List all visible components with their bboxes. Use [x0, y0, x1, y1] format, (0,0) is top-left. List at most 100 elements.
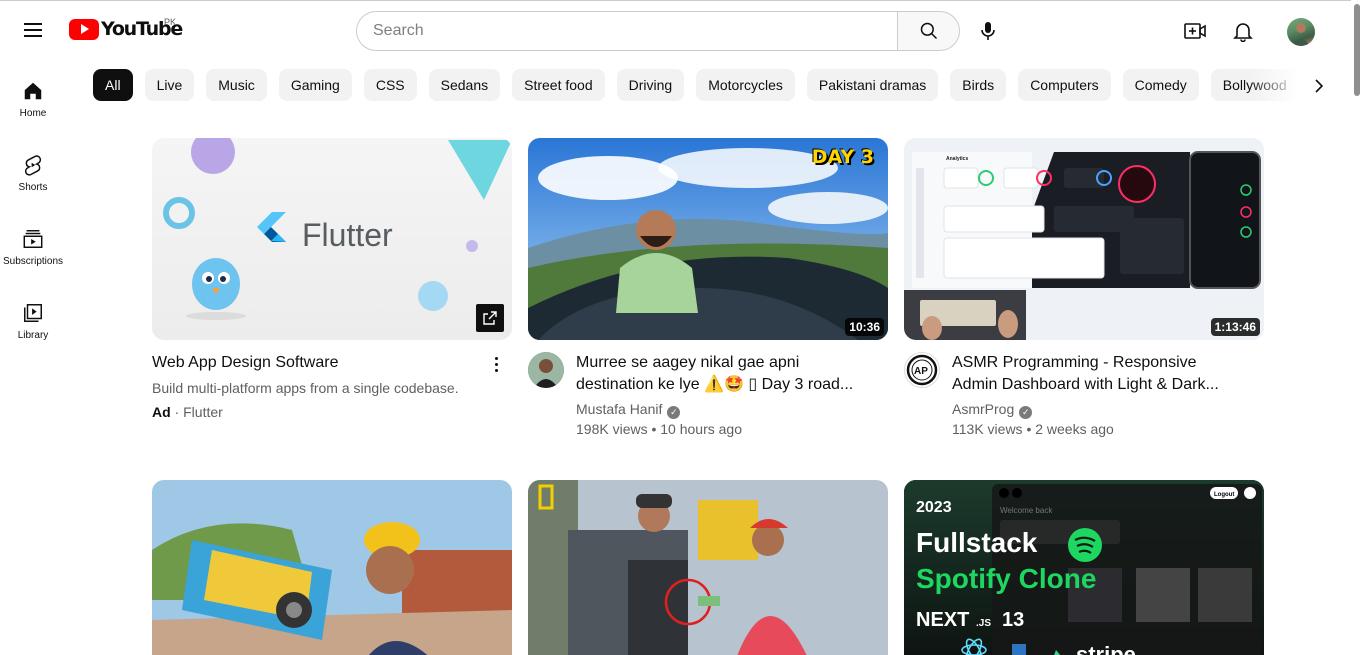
notifications-button[interactable] — [1224, 12, 1262, 50]
masthead: YouTube PK — [0, 0, 1363, 58]
sidebar-item-home[interactable]: Home — [0, 64, 66, 138]
channel-avatar-image — [528, 352, 564, 388]
verified-icon: ✓ — [667, 406, 681, 419]
ad-advertiser[interactable]: Flutter — [183, 404, 223, 420]
kebab-dot — [494, 368, 498, 372]
mini-guide: Home Shorts Subscriptions Library — [0, 64, 66, 360]
video-card[interactable] — [152, 480, 512, 655]
chip-gaming[interactable]: Gaming — [278, 69, 352, 101]
atm-thumbnail-art — [528, 480, 888, 655]
flutter-ad-art: Flutter — [163, 138, 512, 320]
video-stats: 198K views • 10 hours ago — [576, 421, 743, 437]
ad-thumbnail[interactable]: Flutter — [152, 138, 512, 340]
truck-thumbnail-art — [152, 480, 512, 655]
video-duration: 1:13:46 — [1210, 318, 1260, 336]
filter-chip-bar: All Live Music Gaming CSS Sedans Street … — [93, 69, 1303, 101]
chips-next-button[interactable] — [1302, 69, 1336, 103]
video-thumbnail[interactable]: DAY 3 10:36 — [528, 138, 888, 340]
sidebar-item-label: Subscriptions — [2, 256, 64, 267]
verified-icon: ✓ — [1019, 406, 1033, 419]
ad-badge: Ad — [152, 404, 171, 420]
video-card[interactable]: DAY 3 10:36 Murree se aagey nikal gae ap… — [528, 138, 888, 439]
library-icon — [24, 304, 42, 322]
flutter-wordmark: Flutter — [302, 217, 393, 253]
nextjs-suffix: .JS — [976, 618, 991, 629]
chip-css[interactable]: CSS — [363, 69, 417, 101]
video-card[interactable]: Analytics 1:13:46 AP ASMR Programming - … — [904, 138, 1264, 439]
video-thumbnail[interactable] — [152, 480, 512, 655]
spotify-title-line2: Spotify Clone — [916, 563, 1096, 594]
video-card[interactable] — [528, 480, 888, 655]
chip-driving[interactable]: Driving — [616, 69, 685, 101]
more-actions-button[interactable] — [484, 352, 508, 376]
channel-avatar[interactable] — [528, 352, 564, 388]
video-title[interactable]: ASMR Programming - Responsive Admin Dash… — [952, 352, 1234, 396]
menu-icon-bar — [24, 29, 42, 31]
search-input[interactable] — [356, 11, 897, 51]
chip-comedy[interactable]: Comedy — [1122, 69, 1199, 101]
channel-name[interactable]: AsmrProg — [952, 401, 1014, 417]
shorts-icon — [24, 155, 42, 176]
spotify-title-line1: Fullstack — [916, 527, 1038, 558]
create-button[interactable] — [1176, 12, 1214, 50]
logout-text: Logout — [1214, 492, 1234, 498]
country-code: PK — [164, 17, 177, 27]
spotify-year: 2023 — [916, 499, 952, 516]
ad-meta: Web App Design Software Build multi-plat… — [152, 352, 512, 420]
avatar-image — [1292, 23, 1310, 46]
channel-name[interactable]: Mustafa Hanif — [576, 401, 662, 417]
sidebar-item-label: Library — [17, 330, 49, 341]
subscriptions-icon — [23, 230, 43, 248]
bell-icon — [1233, 23, 1253, 42]
ad-description: Build multi-platform apps from a single … — [152, 380, 459, 396]
video-thumbnail[interactable]: Analytics 1:13:46 — [904, 138, 1264, 340]
flutter-logo-icon — [257, 212, 286, 242]
search-button[interactable] — [897, 11, 960, 51]
voice-search-button[interactable] — [969, 12, 1007, 50]
chip-pakistani-dramas[interactable]: Pakistani dramas — [806, 69, 939, 101]
channel-name-line: Mustafa Hanif ✓ — [576, 399, 858, 419]
ad-card[interactable]: Flutter Web App Design Software Build mu… — [152, 138, 512, 420]
chips-fade — [1250, 69, 1300, 101]
create-video-icon — [1184, 23, 1206, 39]
dashboard-thumbnail-art: Analytics — [904, 138, 1264, 340]
sidebar-item-subscriptions[interactable]: Subscriptions — [0, 212, 66, 286]
chip-motorcycles[interactable]: Motorcycles — [696, 69, 795, 101]
channel-avatar[interactable]: AP — [904, 352, 940, 388]
home-icon — [24, 82, 42, 100]
welcome-text: Welcome back — [1000, 506, 1053, 515]
chip-birds[interactable]: Birds — [950, 69, 1007, 101]
stripe-logo: stripe — [1076, 642, 1136, 655]
video-card[interactable]: Logout Welcome back 2023 Fullstack Spoti… — [904, 480, 1264, 655]
chip-live[interactable]: Live — [144, 69, 195, 101]
video-meta: AP ASMR Programming - Responsive Admin D… — [904, 352, 1264, 439]
sidebar-item-shorts[interactable]: Shorts — [0, 138, 66, 212]
external-link-button[interactable] — [476, 304, 504, 332]
channel-name-line: AsmrProg ✓ — [952, 399, 1234, 419]
dashboard-heading: Analytics — [946, 156, 968, 162]
video-thumbnail[interactable] — [528, 480, 888, 655]
guide-menu-button[interactable] — [16, 13, 50, 47]
chip-street-food[interactable]: Street food — [512, 69, 605, 101]
account-avatar[interactable] — [1287, 18, 1315, 46]
sidebar-item-library[interactable]: Library — [0, 286, 66, 360]
video-thumbnail[interactable]: Logout Welcome back 2023 Fullstack Spoti… — [904, 480, 1264, 655]
kebab-dot — [494, 362, 498, 366]
sidebar-item-label: Home — [19, 108, 47, 119]
day-badge: DAY 3 — [811, 146, 874, 168]
video-title[interactable]: Murree se aagey nikal gae apni destinati… — [576, 352, 858, 396]
chip-music[interactable]: Music — [206, 69, 267, 101]
chip-all[interactable]: All — [93, 69, 133, 101]
chip-sedans[interactable]: Sedans — [428, 69, 501, 101]
spotify-clone-thumbnail-art: Logout Welcome back 2023 Fullstack Spoti… — [904, 480, 1264, 655]
nextjs-version: 13 — [1002, 609, 1024, 631]
menu-icon-bar — [24, 23, 42, 25]
youtube-play-icon — [69, 18, 99, 40]
kebab-dot — [494, 356, 498, 360]
asmrprog-logo-icon: AP — [906, 354, 938, 386]
scrollbar-thumb[interactable] — [1354, 4, 1360, 96]
ad-title[interactable]: Web App Design Software — [152, 352, 512, 374]
chip-computers[interactable]: Computers — [1018, 69, 1111, 101]
video-duration: 10:36 — [845, 318, 884, 336]
page-scrollbar[interactable] — [1351, 0, 1363, 655]
